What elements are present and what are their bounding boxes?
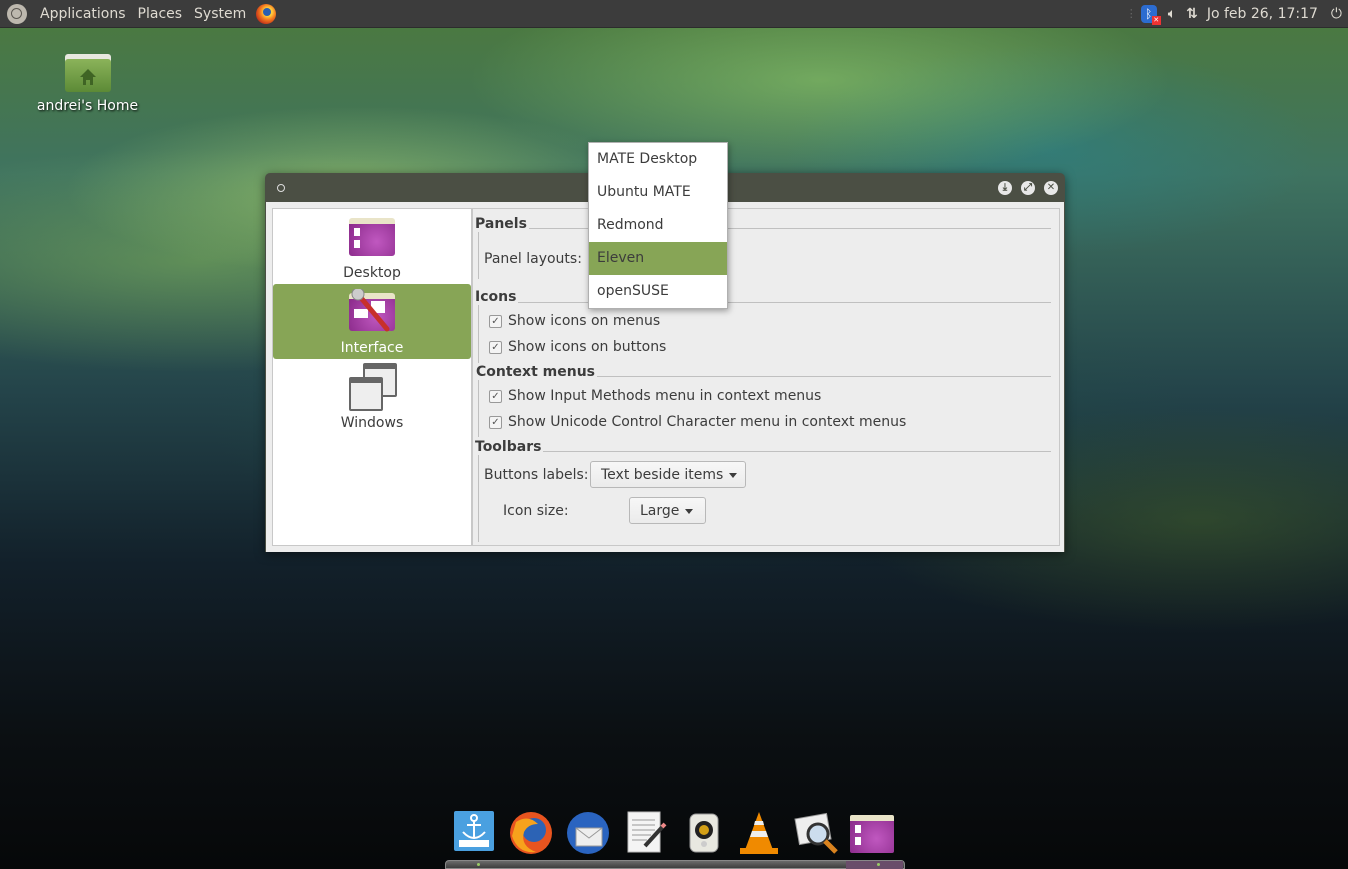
icons-title: Icons [475,289,519,305]
checkbox-label: Show icons on buttons [508,339,667,355]
show-input-methods-checkbox[interactable]: ✓ Show Input Methods menu in context men… [489,388,821,404]
checkbox-label: Show Input Methods menu in context menus [508,388,822,404]
icon-size-label: Icon size: [503,503,569,519]
window-menu-icon[interactable] [277,184,285,192]
minimize-button[interactable]: ⤓ [998,181,1012,195]
desktop-icon-home[interactable]: andrei's Home [30,54,145,114]
checkbox-checked-icon[interactable]: ✓ [489,314,502,328]
rhythmbox-speaker-icon[interactable] [681,810,725,854]
checkbox-checked-icon[interactable]: ✓ [489,389,502,403]
show-icons-on-menus-checkbox[interactable]: ✓ Show icons on menus [489,313,660,329]
maximize-button[interactable]: ⤢ [1021,181,1035,195]
sidebar-item-interface[interactable]: Interface [273,284,471,359]
applications-menu[interactable]: Applications [34,6,132,22]
combo-value: Text beside items [601,467,724,483]
context-menus-title: Context menus [476,364,597,380]
home-folder-icon [64,54,111,92]
image-viewer-icon[interactable] [794,810,838,854]
panel-layout-option[interactable]: MATE Desktop [589,143,727,176]
panel-layouts-dropdown-menu: MATE Desktop Ubuntu MATE Redmond Eleven … [588,142,728,309]
sidebar-item-label: Windows [340,415,404,431]
combo-value: Large [640,503,680,519]
dock-running-indicator [477,863,480,866]
checkbox-label: Show icons on menus [508,313,661,329]
windows-icon [349,363,397,411]
toolbars-title: Toolbars [475,439,544,455]
appearance-preferences-icon[interactable] [850,810,894,854]
panel-layouts-label: Panel layouts: [484,251,582,267]
checkbox-label: Show Unicode Control Character menu in c… [508,414,907,430]
volume-icon[interactable]: 🔈︎ [1168,6,1176,22]
buttons-labels-combo[interactable]: Text beside items [590,461,746,488]
sidebar-item-desktop[interactable]: Desktop [273,209,471,284]
checkbox-checked-icon[interactable]: ✓ [489,340,502,354]
places-menu[interactable]: Places [132,6,189,22]
power-icon[interactable]: ⏻ [1331,6,1342,22]
dock-bar [445,860,905,869]
network-icon[interactable]: ⇅ [1186,6,1198,22]
dropdown-arrow-icon [729,472,738,478]
firefox-icon[interactable] [256,3,277,24]
sidebar-item-windows[interactable]: Windows [273,359,471,434]
desktop-icon-label: andrei's Home [36,98,139,114]
panel-layout-option[interactable]: openSUSE [589,275,727,308]
dropdown-arrow-icon [685,508,694,514]
thunderbird-icon[interactable] [565,810,609,854]
text-editor-icon[interactable] [625,810,669,854]
ubuntu-mate-logo-icon[interactable] [7,3,27,24]
icon-size-combo[interactable]: Large [629,497,706,524]
show-unicode-control-checkbox[interactable]: ✓ Show Unicode Control Character menu in… [489,414,906,430]
bluetooth-disabled-icon[interactable]: ᛒ ✕ [1140,4,1161,25]
panel-layout-option-highlighted[interactable]: Eleven [589,242,727,275]
sidebar-item-label: Desktop [343,265,401,281]
dock-settings-anchor-icon[interactable] [453,810,497,854]
tray-handle-icon[interactable]: ⋮ [1126,7,1137,20]
panel-layout-option[interactable]: Redmond [589,209,727,242]
interface-settings-panel: Panels Panel layouts: Icons ✓ Show icons… [472,208,1060,546]
show-icons-on-buttons-checkbox[interactable]: ✓ Show icons on buttons [489,339,666,355]
panels-title: Panels [475,216,529,232]
dock-running-indicator [877,863,880,866]
interface-icon [349,289,395,332]
clock[interactable]: Jo feb 26, 17:17 [1207,6,1318,22]
sidebar-item-label: Interface [340,340,404,356]
checkbox-checked-icon[interactable]: ✓ [489,415,502,429]
dock [445,806,905,869]
toolbars-frame [478,451,1051,542]
system-tray: ⋮ ᛒ ✕ 🔈︎ ⇅ Jo feb 26, 17:17 ⏻ [1126,0,1348,27]
buttons-labels-label: Buttons labels: [484,467,589,483]
dock-active-segment [846,861,903,869]
top-panel: Applications Places System ⋮ ᛒ ✕ 🔈︎ ⇅ Jo … [0,0,1348,28]
desktop-icon [349,218,395,256]
firefox-icon[interactable] [508,810,552,854]
system-menu[interactable]: System [188,6,252,22]
panel-layout-option[interactable]: Ubuntu MATE [589,176,727,209]
close-button[interactable]: ✕ [1044,181,1058,195]
category-sidebar: Desktop Interface Windows [272,208,472,546]
vlc-icon[interactable] [737,810,781,854]
